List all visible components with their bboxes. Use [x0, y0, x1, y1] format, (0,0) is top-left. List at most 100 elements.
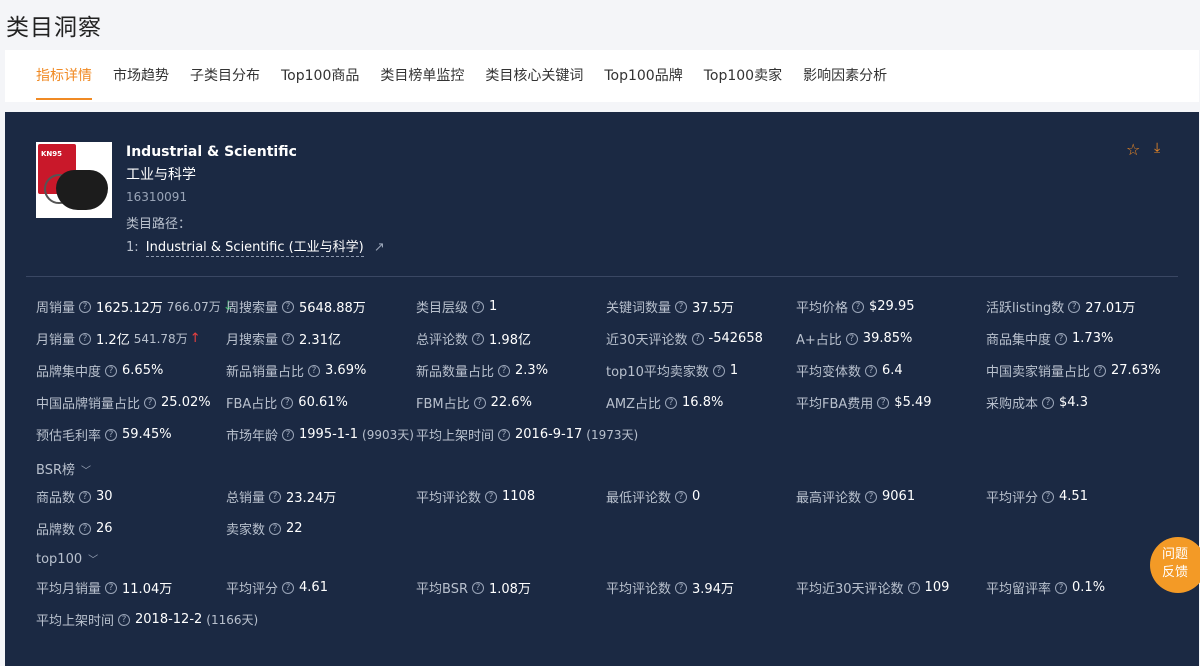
- bsr-section-title: BSR榜: [36, 463, 75, 478]
- category-thumbnail: KN95: [36, 142, 112, 218]
- help-icon[interactable]: ?: [675, 490, 688, 503]
- help-icon[interactable]: ?: [118, 613, 131, 626]
- help-icon[interactable]: ?: [269, 522, 282, 535]
- download-icon[interactable]: ⤓: [1154, 140, 1160, 156]
- help-icon[interactable]: ?: [877, 396, 890, 409]
- help-icon[interactable]: ?: [282, 332, 295, 345]
- tab-top100-sellers[interactable]: Top100卖家: [704, 50, 782, 102]
- metric-item: AMZ占比? 16.8%: [606, 393, 723, 412]
- help-icon[interactable]: ?: [79, 332, 92, 345]
- help-icon[interactable]: ?: [269, 490, 282, 503]
- metric-value: 2.3%: [515, 363, 549, 378]
- help-icon[interactable]: ?: [712, 364, 725, 377]
- metric-value: 1995-1-1: [299, 427, 359, 442]
- help-icon[interactable]: ?: [852, 300, 865, 313]
- help-icon[interactable]: ?: [691, 332, 704, 345]
- help-icon[interactable]: ?: [1042, 490, 1055, 503]
- feedback-button[interactable]: 问题 反馈: [1150, 537, 1200, 593]
- category-path-link[interactable]: Industrial & Scientific (工业与科学): [145, 240, 364, 257]
- help-icon[interactable]: ?: [665, 396, 678, 409]
- share-icon[interactable]: ↗: [374, 240, 385, 255]
- metric-row: 周销量? 1625.12万 766.07万 ↓ 周搜索量? 5648.88万 类目层级? 1 关…: [36, 297, 1196, 317]
- help-icon[interactable]: ?: [1094, 364, 1107, 377]
- help-icon[interactable]: ?: [308, 364, 321, 377]
- help-icon[interactable]: ?: [498, 428, 511, 441]
- help-icon[interactable]: ?: [472, 300, 485, 313]
- metric-value: 1.73%: [1072, 331, 1114, 346]
- metric-value: $4.3: [1059, 395, 1088, 410]
- help-icon[interactable]: ?: [282, 581, 295, 594]
- help-icon[interactable]: ?: [1055, 581, 1068, 594]
- help-icon[interactable]: ?: [907, 581, 920, 594]
- metric-item: top10平均卖家数? 1: [606, 361, 738, 380]
- tab-core-keywords[interactable]: 类目核心关键词: [485, 50, 583, 102]
- favorite-star-icon[interactable]: ☆: [1126, 140, 1140, 159]
- tab-top100-products[interactable]: Top100商品: [281, 50, 359, 102]
- metric-value: $29.95: [869, 299, 915, 314]
- tab-bar: 指标详情 市场趋势 子类目分布 Top100商品 类目榜单监控 类目核心关键词 …: [5, 50, 1199, 102]
- help-icon[interactable]: ?: [865, 364, 878, 377]
- tab-metrics-detail[interactable]: 指标详情: [36, 50, 92, 102]
- metric-label: 周搜索量: [226, 301, 279, 316]
- help-icon[interactable]: ?: [485, 490, 498, 503]
- metric-item: 品牌集中度? 6.65%: [36, 361, 163, 380]
- metric-item: 总销量? 23.24万: [226, 487, 336, 506]
- help-icon[interactable]: ?: [144, 396, 157, 409]
- metric-item: 新品销量占比? 3.69%: [226, 361, 366, 380]
- metric-item: A+占比? 39.85%: [796, 329, 912, 348]
- metric-item: 平均变体数? 6.4: [796, 361, 903, 380]
- metric-label: 新品销量占比: [226, 365, 305, 380]
- metric-value: 6.65%: [122, 363, 164, 378]
- help-icon[interactable]: ?: [1068, 300, 1081, 313]
- tab-subcategory-distribution[interactable]: 子类目分布: [190, 50, 260, 102]
- help-icon[interactable]: ?: [865, 490, 878, 503]
- metric-item: 平均FBA费用? $5.49: [796, 393, 932, 412]
- metric-subvalue: 541.78万: [133, 332, 188, 346]
- metric-value: 23.24万: [286, 491, 337, 506]
- metric-item: 月搜索量? 2.31亿: [226, 329, 341, 348]
- tab-top100-brands[interactable]: Top100品牌: [604, 50, 682, 102]
- category-panel: KN95 Industrial & Scientific 工业与科学 16310…: [5, 112, 1199, 666]
- metric-label: 最高评论数: [796, 491, 862, 506]
- metric-label: 平均评论数: [606, 582, 672, 597]
- metric-item: 商品集中度? 1.73%: [986, 329, 1113, 348]
- help-icon[interactable]: ?: [1055, 332, 1068, 345]
- metric-label: 市场年龄: [226, 429, 279, 444]
- help-icon[interactable]: ?: [79, 490, 92, 503]
- help-icon[interactable]: ?: [105, 581, 118, 594]
- metric-value: 11.04万: [122, 582, 173, 597]
- metric-value: 1108: [502, 489, 536, 504]
- top100-section-toggle[interactable]: top100 ﹀: [36, 551, 98, 567]
- metric-item: 最高评论数? 9061: [796, 487, 915, 506]
- help-icon[interactable]: ?: [105, 428, 118, 441]
- category-id: 16310091: [126, 190, 188, 204]
- help-icon[interactable]: ?: [471, 581, 484, 594]
- help-icon[interactable]: ?: [845, 332, 858, 345]
- help-icon[interactable]: ?: [472, 332, 485, 345]
- help-icon[interactable]: ?: [473, 396, 486, 409]
- tab-category-ranking-monitor[interactable]: 类目榜单监控: [380, 50, 464, 102]
- chevron-down-icon: ﹀: [88, 555, 99, 566]
- bsr-section-toggle[interactable]: BSR榜 ﹀: [36, 459, 91, 478]
- help-icon[interactable]: ?: [1042, 396, 1055, 409]
- metric-label: 活跃listing数: [986, 301, 1065, 316]
- metric-value: 109: [924, 580, 950, 595]
- help-icon[interactable]: ?: [282, 300, 295, 313]
- metric-item: 预估毛利率? 59.45%: [36, 425, 172, 444]
- metric-item: 平均月销量? 11.04万: [36, 578, 172, 597]
- metric-value: 4.51: [1059, 489, 1088, 504]
- page-title: 类目洞察: [6, 15, 102, 41]
- help-icon[interactable]: ?: [281, 396, 294, 409]
- help-icon[interactable]: ?: [498, 364, 511, 377]
- metric-item: 新品数量占比? 2.3%: [416, 361, 548, 380]
- tab-influence-analysis[interactable]: 影响因素分析: [803, 50, 887, 102]
- tab-market-trend[interactable]: 市场趋势: [113, 50, 169, 102]
- help-icon[interactable]: ?: [282, 428, 295, 441]
- help-icon[interactable]: ?: [675, 300, 688, 313]
- metric-item: 市场年龄? 1995-1-1 (9903天): [226, 425, 414, 444]
- help-icon[interactable]: ?: [79, 522, 92, 535]
- help-icon[interactable]: ?: [105, 364, 118, 377]
- help-icon[interactable]: ?: [79, 300, 92, 313]
- metric-label: 平均评分: [986, 491, 1039, 506]
- help-icon[interactable]: ?: [675, 581, 688, 594]
